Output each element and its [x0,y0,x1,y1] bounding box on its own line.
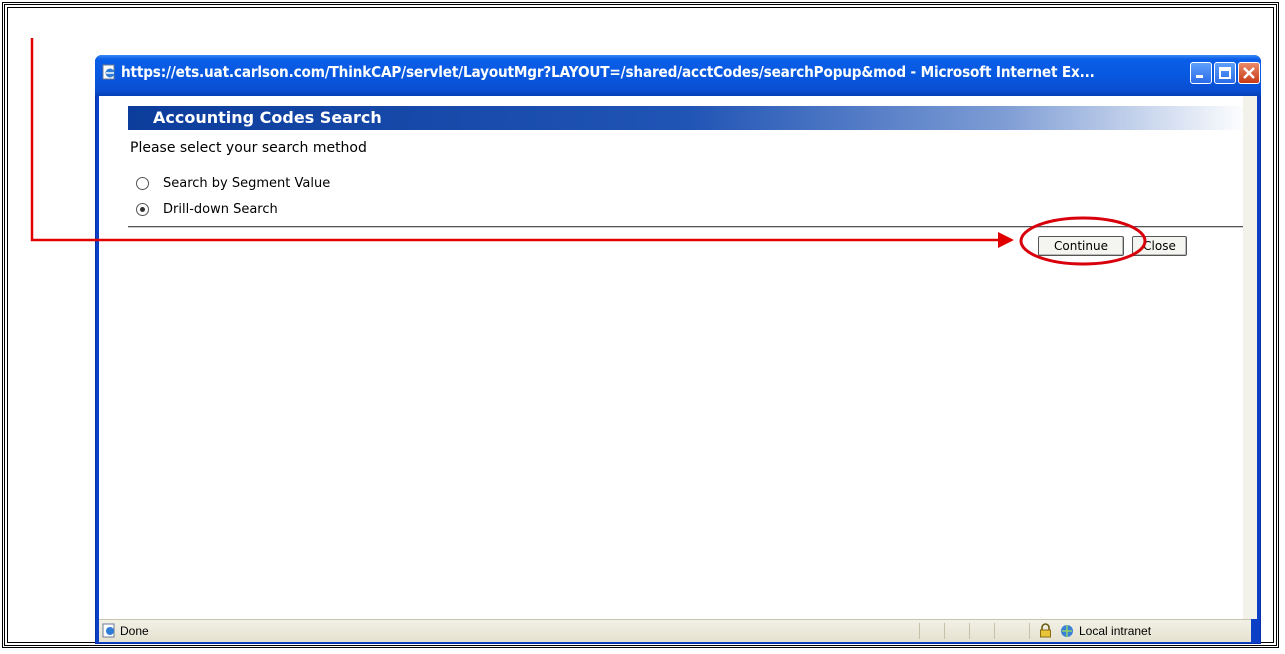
close-icon[interactable] [1238,62,1260,84]
status-separator [944,623,945,639]
option-label: Drill-down Search [163,201,278,217]
divider [128,226,1250,227]
panel-header: Accounting Codes Search [128,106,1248,130]
lock-icon [1038,623,1053,641]
radio-drill-down[interactable] [136,202,149,216]
radio-segment-value[interactable] [136,176,149,190]
ie-page-icon [102,623,117,641]
minimize-icon[interactable] [1190,62,1212,84]
continue-button[interactable]: Continue [1038,236,1124,256]
status-separator [919,623,920,639]
status-bar: Done Local intranet [99,619,1251,642]
status-separator [994,623,995,639]
status-separator [969,623,970,639]
panel-title: Accounting Codes Search [153,108,382,127]
option-label: Search by Segment Value [163,175,331,191]
option-segment-value[interactable]: Search by Segment Value [136,174,330,192]
title-bar[interactable]: https://ets.uat.carlson.com/ThinkCAP/ser… [95,55,1261,96]
scrollbar[interactable] [1243,96,1257,619]
close-button[interactable]: Close [1132,236,1187,256]
window-title: https://ets.uat.carlson.com/ThinkCAP/ser… [121,63,1095,81]
zone-text: Local intranet [1079,624,1152,638]
popup-window: https://ets.uat.carlson.com/ThinkCAP/ser… [95,55,1261,644]
status-text: Done [120,624,149,638]
status-separator [1029,623,1030,639]
search-method-prompt: Please select your search method [130,140,367,156]
local-intranet-icon [1059,623,1077,641]
maximize-icon[interactable] [1214,62,1236,84]
option-drill-down[interactable]: Drill-down Search [136,200,278,218]
content-area: Accounting Codes Search Please select yo… [99,96,1257,619]
ie-page-icon [101,64,117,80]
